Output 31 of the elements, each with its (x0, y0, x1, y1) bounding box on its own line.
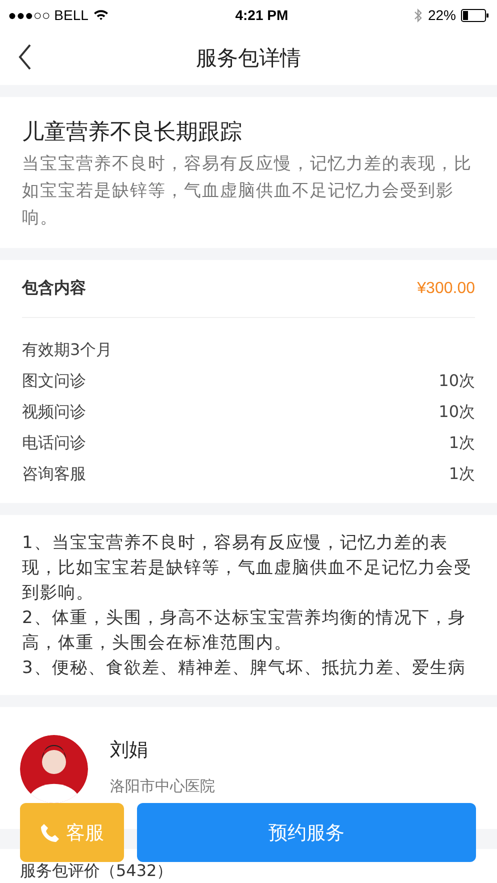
service-name: 咨询客服 (22, 463, 86, 485)
service-name: 视频问诊 (22, 401, 86, 423)
service-count: 10次 (438, 401, 475, 423)
hospital-name: 洛阳市中心医院 (110, 777, 215, 796)
phone-icon (40, 822, 60, 842)
clock-time: 4:21 PM (235, 7, 288, 23)
package-title: 儿童营养不良长期跟踪 (22, 119, 243, 147)
detail-paragraph: 3、便秘、食欲差、精神差、脾气坏、抵抗力差、爱生病 (22, 657, 467, 680)
service-count: 10次 (438, 370, 475, 392)
reviews-title: 服务包评价（5432） (20, 861, 174, 880)
book-service-button[interactable]: 预约服务 (137, 803, 476, 862)
section-label: 包含内容 (22, 278, 86, 299)
battery-icon (461, 8, 489, 22)
bluetooth-icon (414, 8, 423, 22)
service-name: 电话问诊 (22, 432, 86, 454)
customer-service-button[interactable]: 客服 (20, 803, 124, 862)
doctor-name: 刘娟 (110, 738, 149, 763)
page-title: 服务包详情 (196, 44, 301, 72)
carrier-label: ●●●○○ BELL (8, 7, 88, 23)
service-count: 1次 (448, 432, 475, 454)
doctor-avatar (20, 735, 88, 803)
price-label: ¥300.00 (417, 280, 475, 298)
detail-paragraph: 1、当宝宝营养不良时，容易有反应慢，记忆力差的表现，比如宝宝若是缺锌等，气血虚脑供血不足记忆力会受到影响。 (22, 532, 473, 605)
back-button[interactable] (18, 44, 32, 70)
wifi-icon (93, 9, 110, 21)
service-count: 1次 (448, 463, 475, 485)
package-description: 当宝宝营养不良时，容易有反应慢，记忆力差的表现，比如宝宝若是缺锌等，气血虚脑供血不足记忆力会受到影响。 (22, 153, 473, 230)
detail-paragraph: 2、体重，头围，身高不达标宝宝营养均衡的情况下，身高，体重，头围会在标准范围内。 (22, 607, 467, 655)
battery-percent: 22% (428, 7, 456, 23)
service-name: 图文问诊 (22, 370, 86, 392)
validity-text: 有效期3个月 (22, 339, 114, 361)
